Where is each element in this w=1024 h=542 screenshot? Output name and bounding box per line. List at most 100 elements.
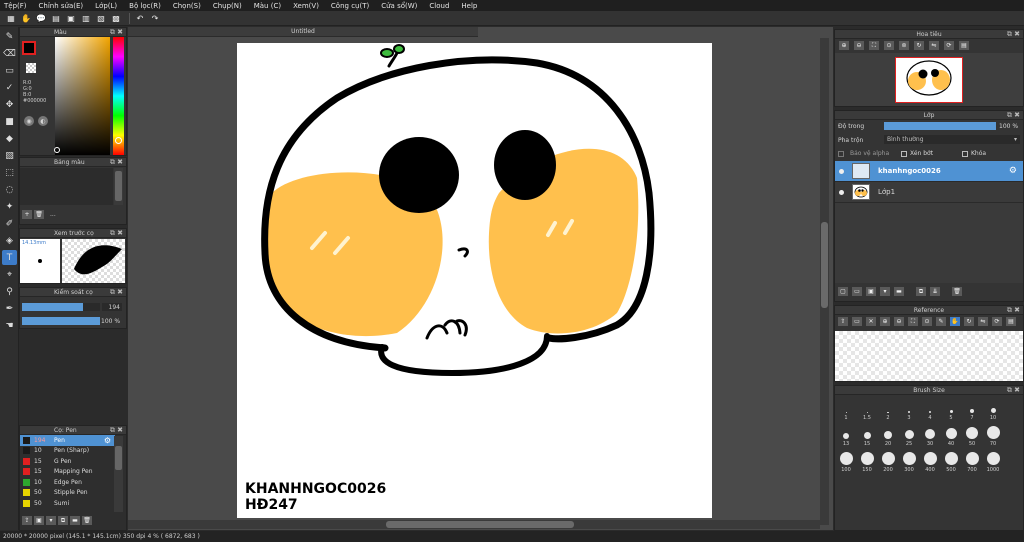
drawing-canvas[interactable]: KHANHNGOC0026 HĐ247	[237, 43, 712, 518]
hand-icon[interactable]: ✋	[950, 317, 960, 326]
chat-icon[interactable]: 💬	[35, 13, 47, 24]
panel-window-icon[interactable]: ⧉ ✖	[110, 158, 123, 167]
foreground-color-swatch[interactable]	[22, 41, 36, 55]
brush-size-preset[interactable]: 1.5	[857, 397, 877, 421]
fit-icon[interactable]: ⛶	[869, 41, 879, 50]
new-layer-icon[interactable]: ▢	[838, 287, 848, 296]
grid-icon[interactable]: ▤	[50, 13, 62, 24]
layer-row[interactable]: khanhngoc0026 ⚙	[835, 161, 1023, 182]
panel-window-icon[interactable]: ⧉ ✖	[1007, 386, 1020, 395]
navigator-menu-icon[interactable]: ▤	[959, 41, 969, 50]
eraser-tool-icon[interactable]: ⌫	[2, 46, 17, 61]
move-tool-icon[interactable]: ✥	[2, 97, 17, 112]
navigator-thumbnail[interactable]	[895, 57, 963, 103]
new-halftone-layer-icon[interactable]: ▣	[866, 287, 876, 296]
delete-swatch-icon[interactable]: 🗑	[34, 210, 44, 219]
palette-more-menu[interactable]: ...	[50, 211, 56, 218]
sv-picker-handle[interactable]	[54, 147, 60, 153]
layer-icon[interactable]: ▦	[5, 13, 17, 24]
background-color-swatch[interactable]	[26, 63, 36, 73]
gear-icon[interactable]: ⚙	[1009, 166, 1017, 176]
brush-size-preset[interactable]: 70	[983, 423, 1003, 447]
eyedropper-icon[interactable]: ✎	[936, 317, 946, 326]
brush-size-preset[interactable]: 40	[941, 423, 961, 447]
brush-size-preset[interactable]: 200	[878, 449, 898, 473]
layer-visibility-icon[interactable]	[839, 189, 844, 195]
hue-slider-handle[interactable]	[115, 137, 122, 144]
menu-item[interactable]: Công cụ(T)	[331, 2, 369, 10]
menu-item[interactable]: Chỉnh sửa(E)	[39, 2, 84, 10]
brush-size-preset[interactable]: 150	[857, 449, 877, 473]
redo-icon[interactable]: ↷	[149, 13, 161, 24]
text-tool-icon[interactable]: T	[2, 250, 17, 265]
menu-item[interactable]: Chụp(N)	[213, 2, 242, 10]
menu-item[interactable]: Chọn(S)	[173, 2, 201, 10]
brush-size-preset[interactable]: 13	[836, 423, 856, 447]
tile-icon[interactable]: ▩	[110, 13, 122, 24]
add-swatch-icon[interactable]: +	[22, 210, 32, 219]
brush-size-preset[interactable]: 400	[920, 449, 940, 473]
flip-icon[interactable]: ⇋	[929, 41, 939, 50]
new-layer-dropdown-icon[interactable]: ▾	[880, 287, 890, 296]
brush-list-item[interactable]: 10 Edge Pen	[20, 477, 115, 488]
brush-dropdown-icon[interactable]: ▾	[46, 516, 56, 525]
color-wheel-icon[interactable]: ◉	[24, 116, 34, 126]
brush-copy-icon[interactable]: ⧉	[58, 516, 68, 525]
brush-size-preset[interactable]: 1	[836, 397, 856, 421]
panel-window-icon[interactable]: ⧉ ✖	[110, 288, 123, 297]
view-icon[interactable]: ▣	[65, 13, 77, 24]
brush-list-item[interactable]: 50 Sumi	[20, 498, 115, 509]
brush-size-preset[interactable]: 20	[878, 423, 898, 447]
menu-item[interactable]: Bộ lọc(R)	[129, 2, 161, 10]
brush-list-item[interactable]: 15 G Pen	[20, 456, 115, 467]
palette-swatch-area[interactable]	[20, 168, 113, 205]
zoom-out-icon[interactable]: ⊖	[854, 41, 864, 50]
panel-window-icon[interactable]: ⧉ ✖	[110, 28, 123, 37]
rotate-icon[interactable]: ↻	[964, 317, 974, 326]
reference-menu-icon[interactable]: ▤	[1006, 317, 1016, 326]
panel-window-icon[interactable]: ⧉ ✖	[110, 229, 123, 238]
menu-item[interactable]: Cloud	[429, 2, 449, 10]
brush-size-preset[interactable]: 10	[983, 397, 1003, 421]
canvas-vertical-scroll-thumb[interactable]	[821, 222, 828, 308]
delete-layer-icon[interactable]: 🗑	[952, 287, 962, 296]
reference-image-area[interactable]	[835, 331, 1023, 381]
protect-alpha-checkbox[interactable]	[838, 150, 844, 157]
zoom-in-icon[interactable]: ⊕	[880, 317, 890, 326]
canvas-horizontal-scroll-thumb[interactable]	[386, 521, 574, 528]
menu-item[interactable]: Help	[461, 2, 477, 10]
pen-tool-icon[interactable]: ✒	[2, 301, 17, 316]
menu-item[interactable]: Cửa sổ(W)	[381, 2, 417, 10]
clipping-checkbox[interactable]	[901, 150, 907, 157]
select-eraser-tool-icon[interactable]: ◈	[2, 233, 17, 248]
folder-icon[interactable]: ▬	[894, 287, 904, 296]
brush-size-preset[interactable]: 500	[941, 449, 961, 473]
duplicate-layer-icon[interactable]: ⧉	[916, 287, 926, 296]
bucket-tool-icon[interactable]: ◆	[2, 131, 17, 146]
brush-size-preset[interactable]: 4	[920, 397, 940, 421]
menu-item[interactable]: Xem(V)	[293, 2, 319, 10]
flip-icon[interactable]: ⇋	[978, 317, 988, 326]
brush-opacity-slider[interactable]	[22, 317, 100, 325]
close-icon[interactable]: ✕	[866, 317, 876, 326]
brush-list-item[interactable]: 194 Pen ⚙	[20, 435, 115, 446]
panel-window-icon[interactable]: ⧉ ✖	[110, 426, 123, 435]
zoom-out-icon[interactable]: ⊖	[894, 317, 904, 326]
panel-window-icon[interactable]: ⧉ ✖	[1007, 30, 1020, 39]
brush-size-preset[interactable]: 5	[941, 397, 961, 421]
brush-size-preset[interactable]: 50	[962, 423, 982, 447]
frame-tool-icon[interactable]: ⌖	[2, 267, 17, 282]
color-mode-icon[interactable]: ◐	[38, 116, 48, 126]
gradient-tool-icon[interactable]: ▧	[2, 148, 17, 163]
menu-item[interactable]: Màu (C)	[254, 2, 281, 10]
select-pen-tool-icon[interactable]: ✐	[2, 216, 17, 231]
menu-item[interactable]: Lớp(L)	[95, 2, 117, 10]
layer-opacity-slider[interactable]	[884, 122, 996, 130]
zoom-icon[interactable]: ⊙	[922, 317, 932, 326]
hand-icon[interactable]: ✋	[20, 13, 32, 24]
check-tool-icon[interactable]: ✓	[2, 80, 17, 95]
brush-list-item[interactable]: 15 Mapping Pen	[20, 467, 115, 478]
menu-item[interactable]: Tệp(F)	[4, 2, 27, 10]
brush-size-preset[interactable]: 2	[878, 397, 898, 421]
lasso-tool-icon[interactable]: ◌	[2, 182, 17, 197]
